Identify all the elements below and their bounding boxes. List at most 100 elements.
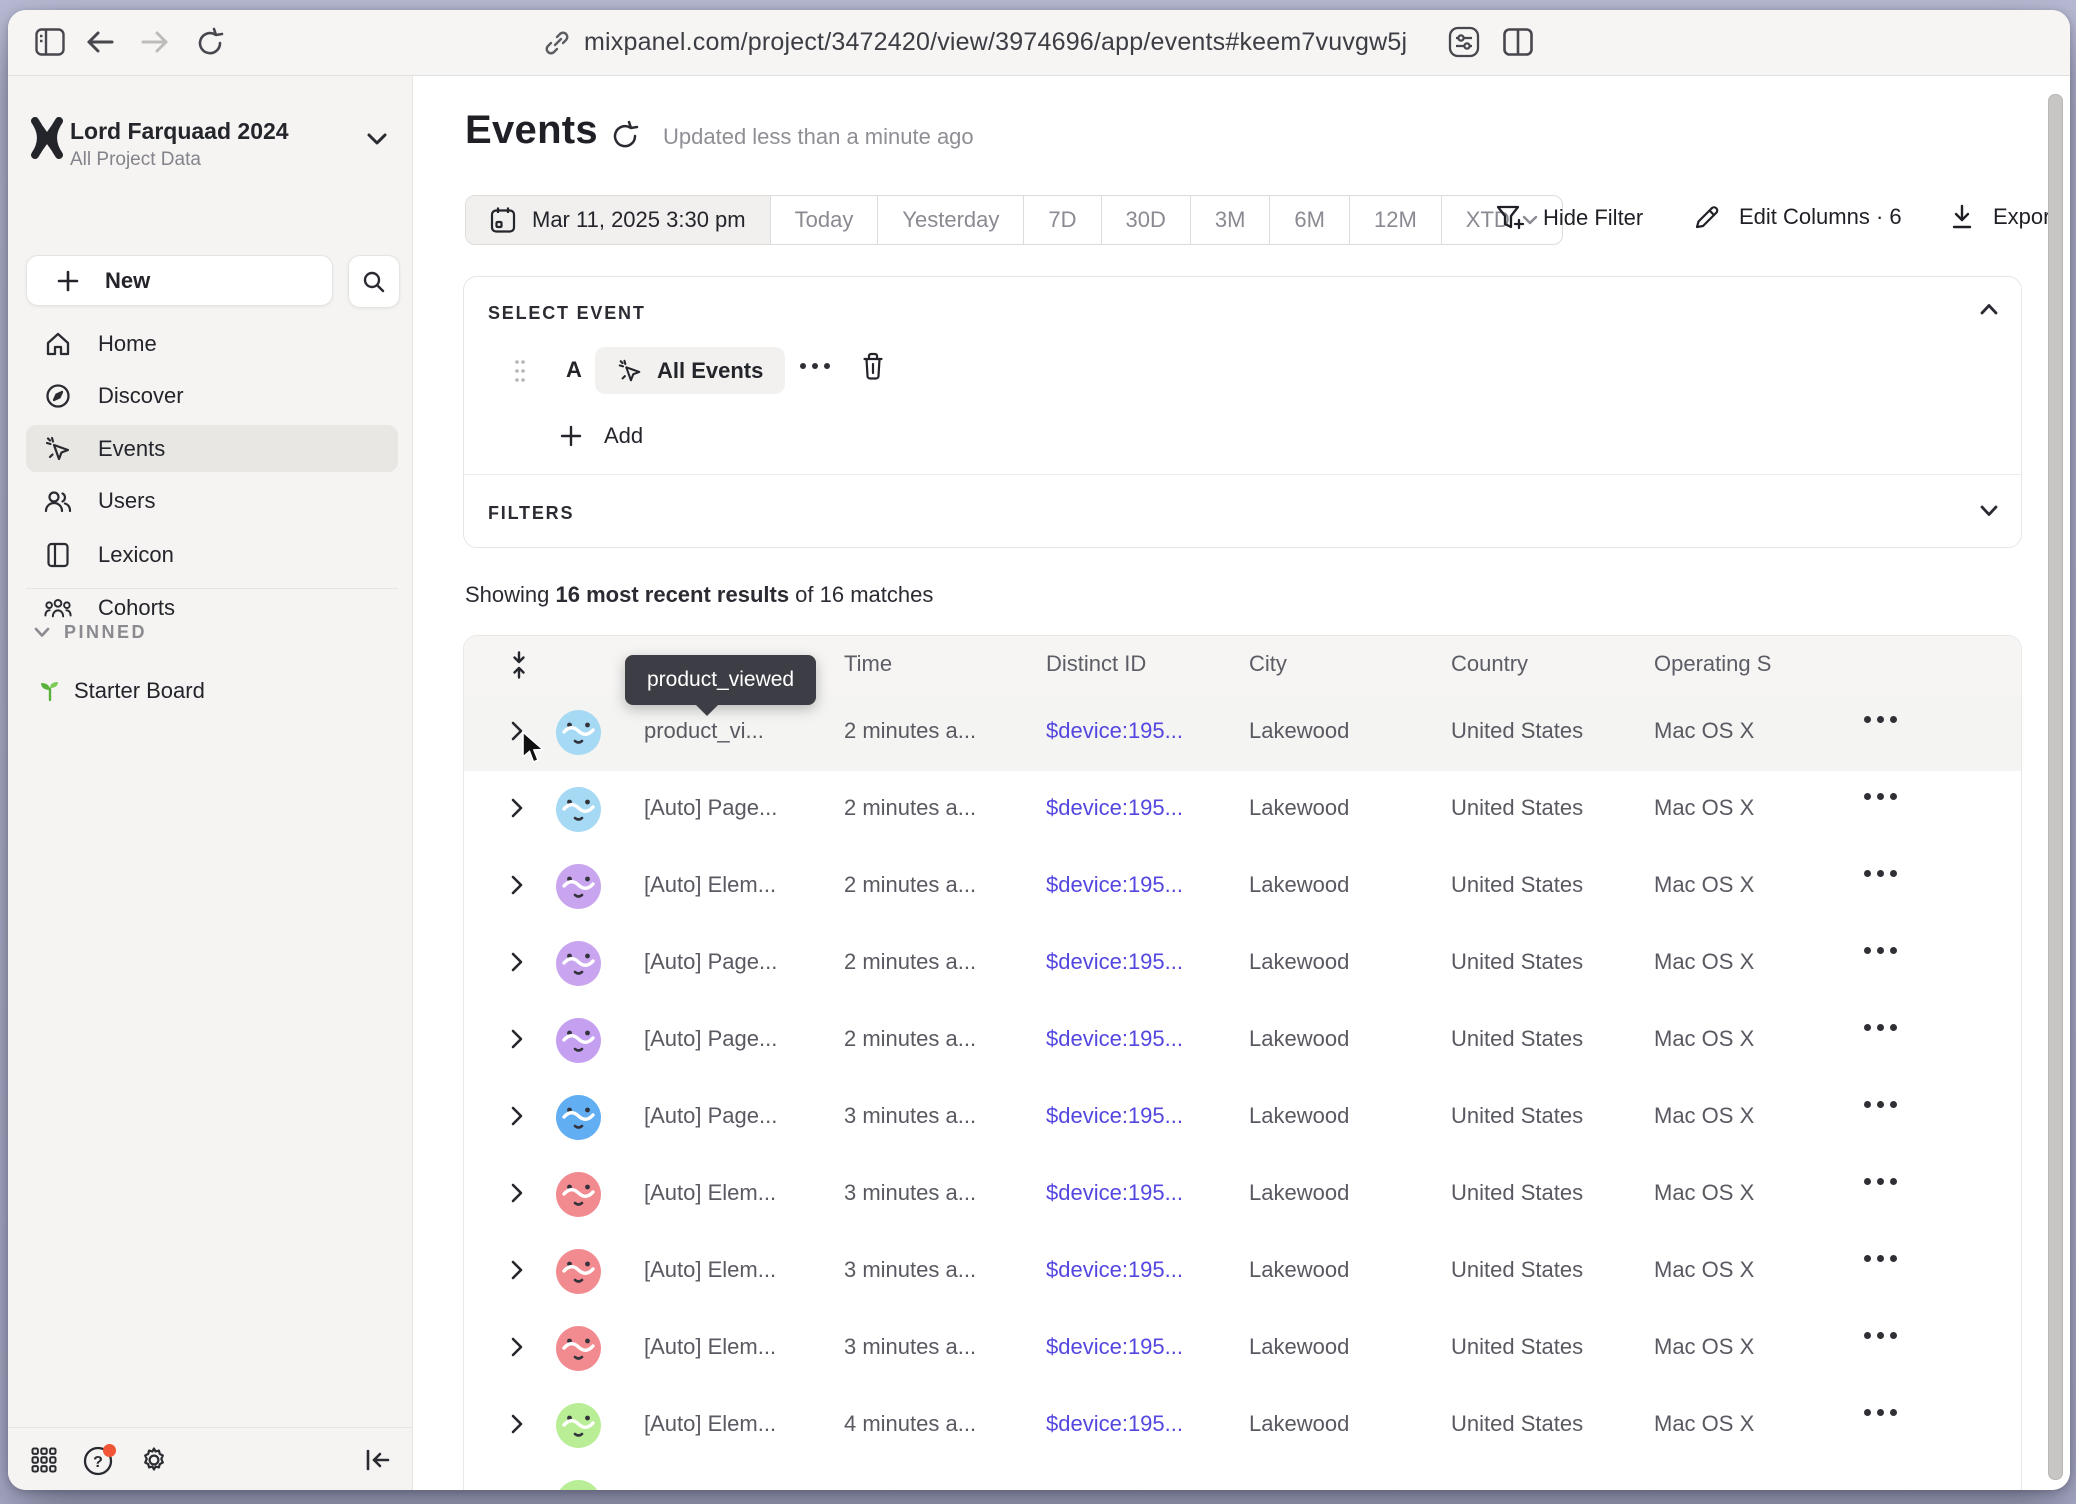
sidebar-toggle-icon[interactable] bbox=[26, 18, 74, 66]
expand-row-icon[interactable] bbox=[510, 1259, 524, 1281]
row-actions-icon[interactable] bbox=[1864, 1332, 1897, 1339]
col-operating-system[interactable]: Operating S bbox=[1654, 651, 1771, 677]
event-name[interactable]: [Auto] Page... bbox=[644, 1026, 777, 1052]
date-range-control: Mar 11, 2025 3:30 pm Today Yesterday 7D … bbox=[465, 195, 1563, 245]
event-name[interactable]: product_vi... bbox=[644, 718, 764, 744]
add-event-button[interactable]: Add bbox=[560, 423, 643, 449]
row-actions-icon[interactable] bbox=[1864, 1255, 1897, 1262]
expand-row-icon[interactable] bbox=[510, 874, 524, 896]
pinned-item-starter-board[interactable]: Starter Board bbox=[38, 678, 205, 704]
row-actions-icon[interactable] bbox=[1864, 947, 1897, 954]
event-name[interactable]: [Auto] Elem... bbox=[644, 1257, 776, 1283]
col-country[interactable]: Country bbox=[1451, 651, 1528, 677]
distinct-id-link[interactable]: $device:195... bbox=[1046, 718, 1183, 744]
col-city[interactable]: City bbox=[1249, 651, 1287, 677]
refresh-icon[interactable] bbox=[611, 120, 639, 150]
distinct-id-link[interactable]: $device:195... bbox=[1046, 1257, 1183, 1283]
table-row[interactable]: [Auto] Elem... 2 minutes a... $device:19… bbox=[464, 848, 2021, 926]
chevron-down-icon[interactable] bbox=[366, 132, 388, 146]
distinct-id-link[interactable]: $device:195... bbox=[1046, 872, 1183, 898]
expand-row-icon[interactable] bbox=[510, 1336, 524, 1358]
expand-row-icon[interactable] bbox=[510, 797, 524, 819]
row-actions-icon[interactable] bbox=[1864, 870, 1897, 877]
preset-yesterday[interactable]: Yesterday bbox=[877, 196, 1023, 244]
drag-handle-icon[interactable] bbox=[514, 359, 526, 383]
filter-plus-icon bbox=[1495, 203, 1525, 233]
collapse-rows-icon[interactable] bbox=[508, 651, 530, 679]
export-button[interactable]: Export bbox=[1949, 203, 2057, 231]
project-switcher[interactable]: Lord Farquaad 2024 All Project Data bbox=[70, 118, 289, 171]
expand-row-icon[interactable] bbox=[510, 1105, 524, 1127]
search-button[interactable] bbox=[348, 255, 400, 308]
expand-row-icon[interactable] bbox=[510, 1413, 524, 1435]
sidebar-item-lexicon[interactable]: Lexicon bbox=[26, 531, 398, 578]
event-name[interactable]: [Auto] Page... bbox=[644, 1103, 777, 1129]
table-row[interactable]: [Auto] Page... 2 minutes a... $device:19… bbox=[464, 1002, 2021, 1080]
table-row[interactable]: [Auto] Page... 2 minutes a... $device:19… bbox=[464, 771, 2021, 849]
table-row[interactable]: [Auto] Page... 3 minutes a... $device:19… bbox=[464, 1079, 2021, 1157]
tune-icon[interactable] bbox=[1440, 18, 1488, 66]
table-row[interactable]: [Auto] Elem... 4 minutes a... $device:19… bbox=[464, 1387, 2021, 1465]
row-actions-icon[interactable] bbox=[1864, 1101, 1897, 1108]
event-name[interactable]: [Auto] Page... bbox=[644, 795, 777, 821]
forward-button[interactable] bbox=[131, 18, 179, 66]
date-range-current[interactable]: Mar 11, 2025 3:30 pm bbox=[466, 196, 770, 244]
apps-grid-icon[interactable] bbox=[22, 1438, 66, 1482]
distinct-id-link[interactable]: $device:195... bbox=[1046, 1334, 1183, 1360]
table-row[interactable]: [Auto] Elem... 3 minutes a... $device:19… bbox=[464, 1156, 2021, 1234]
expand-row-icon[interactable] bbox=[510, 1028, 524, 1050]
collapse-sidebar-icon[interactable] bbox=[356, 1438, 400, 1482]
event-name[interactable]: [Auto] Elem... bbox=[644, 1180, 776, 1206]
hide-filter-button[interactable]: Hide Filter bbox=[1495, 203, 1643, 233]
preset-12m[interactable]: 12M bbox=[1349, 196, 1441, 244]
event-name[interactable]: [Auto] Elem... bbox=[644, 872, 776, 898]
pinned-section-header[interactable]: PINNED bbox=[34, 622, 147, 643]
scrollbar[interactable] bbox=[2048, 94, 2063, 1480]
back-button[interactable] bbox=[76, 18, 124, 66]
distinct-id-link[interactable]: $device:195... bbox=[1046, 949, 1183, 975]
event-name[interactable]: [Auto] Page... bbox=[644, 949, 777, 975]
distinct-id-link[interactable]: $device:195... bbox=[1046, 1180, 1183, 1206]
expand-row-icon[interactable] bbox=[510, 1182, 524, 1204]
edit-columns-button[interactable]: Edit Columns · 6 bbox=[1693, 203, 1902, 231]
trash-icon[interactable] bbox=[860, 351, 886, 381]
distinct-id-link[interactable]: $device:195... bbox=[1046, 1411, 1183, 1437]
sidebar-item-users[interactable]: Users bbox=[26, 477, 398, 524]
address-bar[interactable]: mixpanel.com/project/3472420/view/397469… bbox=[544, 10, 1407, 75]
distinct-id-link[interactable]: $device:195... bbox=[1046, 1026, 1183, 1052]
expand-filters-icon[interactable] bbox=[1980, 505, 1998, 517]
event-selector-pill[interactable]: All Events bbox=[595, 347, 785, 394]
preset-today[interactable]: Today bbox=[770, 196, 878, 244]
expand-row-icon[interactable] bbox=[510, 951, 524, 973]
sidebar-item-discover[interactable]: Discover bbox=[26, 372, 398, 419]
help-icon[interactable]: ? bbox=[78, 1438, 122, 1482]
preset-7d[interactable]: 7D bbox=[1023, 196, 1100, 244]
row-actions-icon[interactable] bbox=[1864, 716, 1897, 723]
os-value: Mac OS X bbox=[1654, 1180, 1754, 1206]
row-actions-icon[interactable] bbox=[1864, 1178, 1897, 1185]
col-distinct-id[interactable]: Distinct ID bbox=[1046, 651, 1146, 677]
distinct-id-link[interactable]: $device:195... bbox=[1046, 795, 1183, 821]
event-name[interactable]: [Auto] Elem... bbox=[644, 1411, 776, 1437]
table-row[interactable]: [Auto] Elem... 3 minutes a... $device:19… bbox=[464, 1233, 2021, 1311]
preset-6m[interactable]: 6M bbox=[1269, 196, 1349, 244]
new-button[interactable]: New bbox=[26, 255, 333, 306]
row-actions-icon[interactable] bbox=[1864, 1024, 1897, 1031]
collapse-section-icon[interactable] bbox=[1980, 303, 1998, 315]
table-row[interactable] bbox=[464, 1464, 2021, 1490]
row-actions-icon[interactable] bbox=[1864, 1409, 1897, 1416]
event-name[interactable]: [Auto] Elem... bbox=[644, 1334, 776, 1360]
event-options-icon[interactable] bbox=[800, 363, 830, 369]
reload-button[interactable] bbox=[186, 18, 234, 66]
col-time[interactable]: Time bbox=[844, 651, 892, 677]
table-row[interactable]: [Auto] Elem... 3 minutes a... $device:19… bbox=[464, 1310, 2021, 1388]
sidebar-item-events[interactable]: Events bbox=[26, 425, 398, 472]
preset-30d[interactable]: 30D bbox=[1101, 196, 1190, 244]
table-row[interactable]: [Auto] Page... 2 minutes a... $device:19… bbox=[464, 925, 2021, 1003]
distinct-id-link[interactable]: $device:195... bbox=[1046, 1103, 1183, 1129]
row-actions-icon[interactable] bbox=[1864, 793, 1897, 800]
sidebar-item-home[interactable]: Home bbox=[26, 320, 398, 367]
split-view-icon[interactable] bbox=[1494, 18, 1542, 66]
settings-gear-icon[interactable] bbox=[132, 1438, 176, 1482]
preset-3m[interactable]: 3M bbox=[1190, 196, 1270, 244]
